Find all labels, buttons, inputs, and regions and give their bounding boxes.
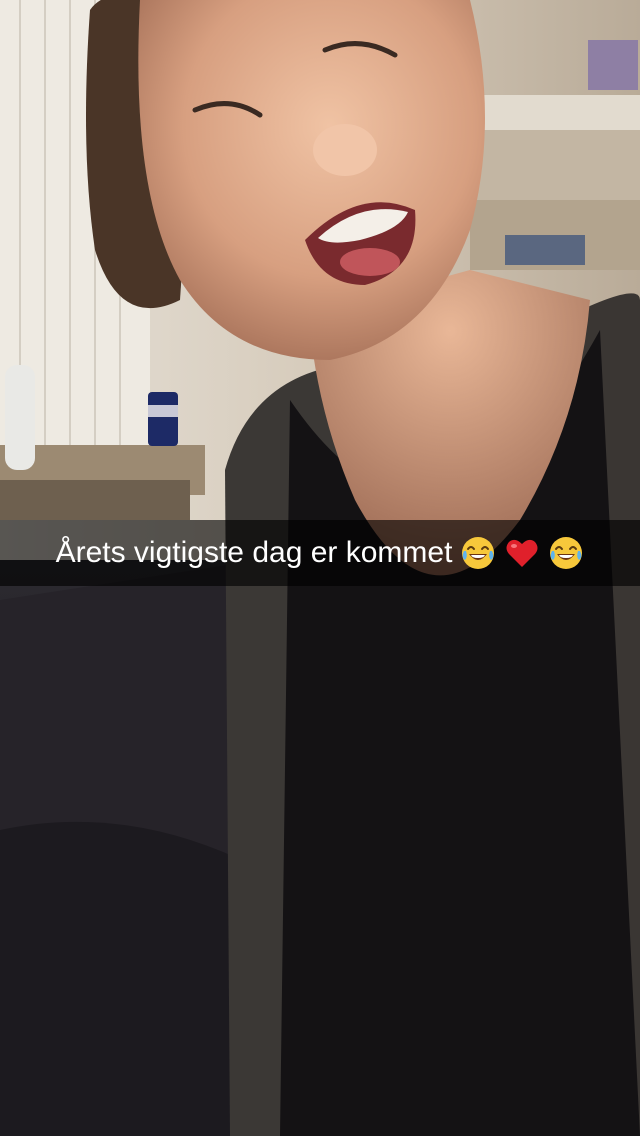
- caption-bar: Årets vigtigste dag er kommet: [0, 520, 640, 586]
- red-heart-icon: [504, 535, 540, 571]
- caption-text: Årets vigtigste dag er kommet: [55, 536, 453, 569]
- face-with-tears-of-joy-icon: [460, 535, 496, 571]
- caption: Årets vigtigste dag er kommet: [56, 520, 585, 586]
- face-with-tears-of-joy-icon: [548, 535, 584, 571]
- snap-view: Årets vigtigste dag er kommet: [0, 0, 640, 1136]
